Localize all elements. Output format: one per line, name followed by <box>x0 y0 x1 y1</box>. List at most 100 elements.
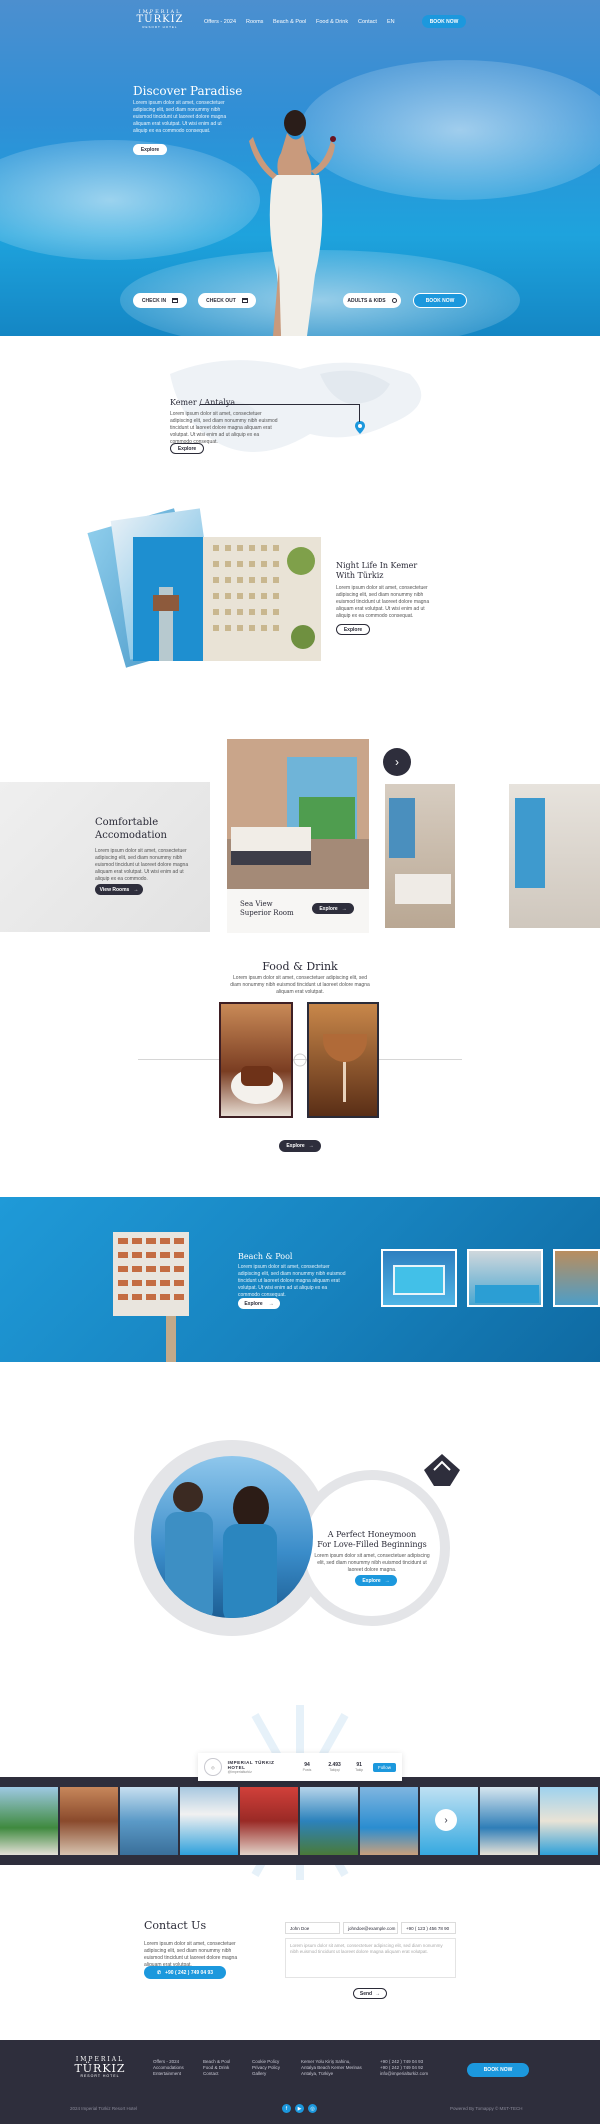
email-field[interactable]: johndoe@example.com <box>343 1922 398 1934</box>
guests-selector[interactable]: ADULTS & KIDS <box>343 293 401 308</box>
rooms-title-line1: Comfortable <box>95 817 159 828</box>
hero-title: Discover Paradise <box>133 84 243 98</box>
view-rooms-button[interactable]: View Rooms → <box>95 884 143 895</box>
instagram-photo[interactable] <box>180 1787 238 1855</box>
food-photo[interactable] <box>219 1002 293 1118</box>
location-connector-line <box>359 404 360 422</box>
message-field[interactable]: Lorem ipsum dolor sit amet, consectetuer… <box>285 1938 456 1978</box>
footer-link-food-drink[interactable]: Food & Drink <box>203 2065 229 2070</box>
contact-section: Contact Us Lorem ipsum dolor sit amet, c… <box>0 1900 600 2010</box>
nightlife-main-photo <box>133 537 321 661</box>
instagram-photo[interactable] <box>360 1787 418 1855</box>
beach-section: Beach & Pool Lorem ipsum dolor sit amet,… <box>0 1197 600 1362</box>
contact-phone-button[interactable]: ✆ +90 ( 242 ) 749 04 93 <box>144 1966 226 1979</box>
user-icon <box>391 298 397 303</box>
nightlife-title: Night Life In Kemer With Türkiz <box>336 561 417 581</box>
drink-photo[interactable] <box>307 1002 379 1118</box>
name-field[interactable]: John Doe <box>285 1922 340 1934</box>
pool-photo[interactable] <box>381 1249 457 1307</box>
food-explore-button[interactable]: Explore → <box>279 1140 321 1152</box>
chevron-right-icon: › <box>444 1814 448 1826</box>
arrow-right-icon: → <box>341 905 347 912</box>
instagram-posts-label: Posts <box>302 1768 312 1772</box>
nav-item-contact[interactable]: Contact <box>358 19 377 25</box>
facebook-icon[interactable]: f <box>282 2104 291 2113</box>
instagram-photo[interactable] <box>60 1787 118 1855</box>
footer-link-gallery[interactable]: Gallery <box>252 2071 266 2076</box>
room-thumb-photo[interactable] <box>509 784 600 928</box>
arrow-right-icon: → <box>375 1990 381 1997</box>
instagram-avatar[interactable]: ◎ <box>204 1758 222 1776</box>
language-selector[interactable]: EN <box>387 19 395 25</box>
footer-link-entertainment[interactable]: Entertainment <box>153 2071 181 2076</box>
honeymoon-text: Lorem ipsum dolor sit amet, consectetuer… <box>314 1553 430 1573</box>
instagram-photo[interactable] <box>480 1787 538 1855</box>
instagram-photo[interactable] <box>240 1787 298 1855</box>
arrow-right-icon: → <box>133 886 139 893</box>
pool-photo[interactable] <box>467 1249 543 1307</box>
hero-book-now-button[interactable]: BOOK NOW <box>413 293 467 308</box>
footer-logo[interactable]: IMPERIAL TÜRKIZ RESORT HOTEL <box>70 2056 130 2078</box>
nightlife-section: Night Life In Kemer With Türkiz Lorem ip… <box>0 486 600 706</box>
food-title: Food & Drink <box>262 960 338 973</box>
check-in-label: CHECK IN <box>141 297 167 304</box>
check-in-field[interactable]: CHECK IN <box>133 293 187 308</box>
send-button[interactable]: Send → <box>353 1988 387 1999</box>
footer-link-beach-pool[interactable]: Beach & Pool <box>203 2059 230 2064</box>
rooms-next-arrow[interactable]: › <box>383 748 411 776</box>
nav-item-beach-pool[interactable]: Beach & Pool <box>273 19 306 25</box>
nightlife-title-line2: With Türkiz <box>336 571 384 580</box>
room-card-explore-button[interactable]: Explore → <box>312 903 354 914</box>
footer-link-privacy-policy[interactable]: Privacy Policy <box>252 2065 280 2070</box>
pool-photo[interactable] <box>553 1249 600 1307</box>
footer-address-line2: Antalya Beach Kemer Merinas <box>301 2065 362 2070</box>
hero-explore-button[interactable]: Explore <box>133 144 167 155</box>
instagram-profile-card: ◎ IMPERIAL TÜRKIZ HOTEL @imperialturkiz … <box>198 1753 402 1781</box>
footer-link-accomodations[interactable]: Accomodations <box>153 2065 184 2070</box>
nav-book-now-button[interactable]: BOOK NOW <box>422 15 466 28</box>
footer-book-now-button[interactable]: BOOK NOW <box>467 2063 529 2077</box>
footer-email[interactable]: info@imperialturkiz.com <box>380 2071 428 2076</box>
footer-link-offers[interactable]: Offers - 2024 <box>153 2059 179 2064</box>
footer: IMPERIAL TÜRKIZ RESORT HOTEL 2024 Imperi… <box>0 2040 600 2124</box>
envelope-icon <box>424 1454 460 1486</box>
brand-logo[interactable]: IMPERIAL TÜRKIZ RESORT HOTEL <box>133 9 187 29</box>
check-out-field[interactable]: CHECK OUT <box>198 293 256 308</box>
beach-text: Lorem ipsum dolor sit amet, consectetuer… <box>238 1264 346 1298</box>
footer-link-cookie-policy[interactable]: Cookie Policy <box>252 2059 279 2064</box>
footer-address-line3: Antalya, Türkiye <box>301 2071 334 2076</box>
instagram-photo[interactable] <box>300 1787 358 1855</box>
nav-item-rooms[interactable]: Rooms <box>246 19 263 25</box>
nav-item-food-drink[interactable]: Food & Drink <box>316 19 348 25</box>
instagram-photo[interactable] <box>540 1787 598 1855</box>
footer-link-contact[interactable]: Contact <box>203 2071 219 2076</box>
room-card[interactable]: Sea View Superior Room Explore → <box>227 739 369 933</box>
contact-text: Lorem ipsum dolor sit amet, consectetuer… <box>144 1941 238 1968</box>
instagram-icon[interactable]: ◎ <box>308 2104 317 2113</box>
rooms-text: Lorem ipsum dolor sit amet, consectetuer… <box>95 848 189 882</box>
footer-phone-1[interactable]: +90 ( 242 ) 749 04 93 <box>380 2059 423 2064</box>
honeymoon-explore-button[interactable]: Explore → <box>355 1575 397 1586</box>
instagram-account-name[interactable]: IMPERIAL TÜRKIZ HOTEL <box>228 1760 291 1770</box>
honeymoon-section: A Perfect Honeymoon For Love-Filled Begi… <box>0 1440 600 1680</box>
instagram-next-arrow[interactable]: › <box>435 1809 457 1831</box>
phone-field[interactable]: +90 ( 123 ) 456 78 90 <box>401 1922 456 1934</box>
honeymoon-title-line1: A Perfect Honeymoon <box>327 1530 417 1539</box>
location-explore-button[interactable]: Explore <box>170 443 204 454</box>
nightlife-explore-button[interactable]: Explore <box>336 624 370 635</box>
location-title: Kemer / Antalya <box>170 398 236 407</box>
instagram-photo[interactable] <box>0 1787 58 1855</box>
instagram-followers-label: Takipçi <box>329 1768 340 1772</box>
beach-explore-button[interactable]: Explore → <box>238 1298 280 1309</box>
instagram-handle: @imperialturkiz <box>227 1770 252 1774</box>
arrow-right-icon: → <box>308 1143 314 1149</box>
rooms-section: Comfortable Accomodation Lorem ipsum dol… <box>0 706 600 936</box>
youtube-icon[interactable]: ▶ <box>295 2104 304 2113</box>
room-thumb-photo[interactable] <box>385 784 455 928</box>
instagram-follow-button[interactable]: Follow <box>373 1762 397 1772</box>
footer-phone-2[interactable]: +90 ( 242 ) 749 04 92 <box>380 2065 423 2070</box>
nav-item-offers[interactable]: Offers - 2024 <box>204 19 236 25</box>
instagram-following-stat: 91 Takip <box>351 1762 367 1772</box>
honeymoon-title: A Perfect Honeymoon For Love-Filled Begi… <box>300 1530 444 1550</box>
instagram-photo[interactable] <box>120 1787 178 1855</box>
